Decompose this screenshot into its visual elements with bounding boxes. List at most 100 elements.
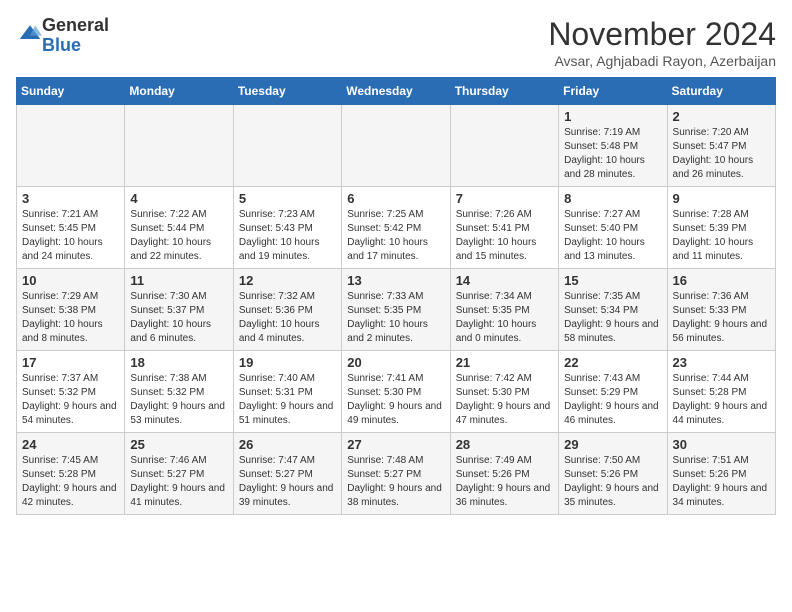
day-info: Sunrise: 7:51 AM Sunset: 5:26 PM Dayligh…	[673, 454, 770, 510]
logo-blue-text: Blue	[42, 35, 81, 55]
calendar-cell	[17, 105, 125, 187]
calendar-cell: 2Sunrise: 7:20 AM Sunset: 5:47 PM Daylig…	[667, 105, 775, 187]
calendar-cell: 8 Sunrise: 7:27 AM Sunset: 5:40 PM Daylig…	[559, 187, 667, 269]
calendar-cell: 21 Sunrise: 7:42 AM Sunset: 5:30 PM Dayli…	[450, 351, 558, 433]
weekday-header-sunday: Sunday	[17, 78, 125, 105]
calendar-cell: 6Sunrise: 7:25 AM Sunset: 5:42 PM Daylig…	[342, 187, 450, 269]
day-info: Sunrise: 7:21 AM Sunset: 5:45 PM Dayligh…	[22, 208, 119, 264]
week-row-1: 1Sunrise: 7:19 AM Sunset: 5:48 PM Daylig…	[17, 105, 776, 187]
day-number: 25	[130, 437, 227, 452]
weekday-header-wednesday: Wednesday	[342, 78, 450, 105]
day-number: 7	[456, 191, 553, 206]
day-number: 18	[130, 355, 227, 370]
day-number: 22	[564, 355, 661, 370]
calendar-cell: 7 Sunrise: 7:26 AM Sunset: 5:41 PM Daylig…	[450, 187, 558, 269]
day-info: Sunrise: 7:35 AM Sunset: 5:34 PM Dayligh…	[564, 290, 661, 346]
day-info: Sunrise: 7:25 AM Sunset: 5:42 PM Dayligh…	[347, 208, 444, 264]
calendar-cell: 10 Sunrise: 7:29 AM Sunset: 5:38 PM Dayli…	[17, 269, 125, 351]
day-number: 11	[130, 273, 227, 288]
day-info: Sunrise: 7:37 AM Sunset: 5:32 PM Dayligh…	[22, 372, 119, 428]
weekday-header-friday: Friday	[559, 78, 667, 105]
day-number: 8	[564, 191, 661, 206]
week-row-5: 24Sunrise: 7:45 AM Sunset: 5:28 PM Dayli…	[17, 433, 776, 515]
day-info: Sunrise: 7:44 AM Sunset: 5:28 PM Dayligh…	[673, 372, 770, 428]
day-number: 29	[564, 437, 661, 452]
day-info: Sunrise: 7:46 AM Sunset: 5:27 PM Dayligh…	[130, 454, 227, 510]
calendar-cell: 11 Sunrise: 7:30 AM Sunset: 5:37 PM Dayli…	[125, 269, 233, 351]
day-number: 28	[456, 437, 553, 452]
day-number: 20	[347, 355, 444, 370]
week-row-3: 10 Sunrise: 7:29 AM Sunset: 5:38 PM Dayli…	[17, 269, 776, 351]
weekday-header-thursday: Thursday	[450, 78, 558, 105]
calendar-cell: 17 Sunrise: 7:37 AM Sunset: 5:32 PM Dayli…	[17, 351, 125, 433]
day-info: Sunrise: 7:42 AM Sunset: 5:30 PM Dayligh…	[456, 372, 553, 428]
day-number: 9	[673, 191, 770, 206]
calendar-cell: 18 Sunrise: 7:38 AM Sunset: 5:32 PM Dayli…	[125, 351, 233, 433]
calendar-cell: 1Sunrise: 7:19 AM Sunset: 5:48 PM Daylig…	[559, 105, 667, 187]
day-info: Sunrise: 7:45 AM Sunset: 5:28 PM Dayligh…	[22, 454, 119, 510]
day-info: Sunrise: 7:26 AM Sunset: 5:41 PM Dayligh…	[456, 208, 553, 264]
day-info: Sunrise: 7:49 AM Sunset: 5:26 PM Dayligh…	[456, 454, 553, 510]
day-number: 30	[673, 437, 770, 452]
calendar-cell: 5 Sunrise: 7:23 AM Sunset: 5:43 PM Daylig…	[233, 187, 341, 269]
calendar-cell: 29 Sunrise: 7:50 AM Sunset: 5:26 PM Dayli…	[559, 433, 667, 515]
day-info: Sunrise: 7:30 AM Sunset: 5:37 PM Dayligh…	[130, 290, 227, 346]
week-row-2: 3 Sunrise: 7:21 AM Sunset: 5:45 PM Daylig…	[17, 187, 776, 269]
calendar-cell	[125, 105, 233, 187]
calendar-cell: 4 Sunrise: 7:22 AM Sunset: 5:44 PM Daylig…	[125, 187, 233, 269]
calendar-cell: 20Sunrise: 7:41 AM Sunset: 5:30 PM Dayli…	[342, 351, 450, 433]
calendar-cell: 25 Sunrise: 7:46 AM Sunset: 5:27 PM Dayli…	[125, 433, 233, 515]
day-info: Sunrise: 7:28 AM Sunset: 5:39 PM Dayligh…	[673, 208, 770, 264]
calendar-cell	[450, 105, 558, 187]
calendar-cell: 28 Sunrise: 7:49 AM Sunset: 5:26 PM Dayli…	[450, 433, 558, 515]
calendar-cell: 27Sunrise: 7:48 AM Sunset: 5:27 PM Dayli…	[342, 433, 450, 515]
title-block: November 2024 Avsar, Aghjabadi Rayon, Az…	[548, 16, 776, 69]
day-number: 10	[22, 273, 119, 288]
day-number: 15	[564, 273, 661, 288]
day-number: 3	[22, 191, 119, 206]
day-info: Sunrise: 7:50 AM Sunset: 5:26 PM Dayligh…	[564, 454, 661, 510]
day-number: 5	[239, 191, 336, 206]
calendar-cell	[233, 105, 341, 187]
day-info: Sunrise: 7:48 AM Sunset: 5:27 PM Dayligh…	[347, 454, 444, 510]
day-number: 1	[564, 109, 661, 124]
day-info: Sunrise: 7:38 AM Sunset: 5:32 PM Dayligh…	[130, 372, 227, 428]
calendar-table: SundayMondayTuesdayWednesdayThursdayFrid…	[16, 77, 776, 515]
day-info: Sunrise: 7:23 AM Sunset: 5:43 PM Dayligh…	[239, 208, 336, 264]
location-subtitle: Avsar, Aghjabadi Rayon, Azerbaijan	[548, 53, 776, 69]
calendar-cell: 23 Sunrise: 7:44 AM Sunset: 5:28 PM Dayli…	[667, 351, 775, 433]
month-title: November 2024	[548, 16, 776, 53]
calendar-cell: 13Sunrise: 7:33 AM Sunset: 5:35 PM Dayli…	[342, 269, 450, 351]
calendar-cell: 19Sunrise: 7:40 AM Sunset: 5:31 PM Dayli…	[233, 351, 341, 433]
day-info: Sunrise: 7:20 AM Sunset: 5:47 PM Dayligh…	[673, 126, 770, 182]
calendar-cell: 30 Sunrise: 7:51 AM Sunset: 5:26 PM Dayli…	[667, 433, 775, 515]
calendar-cell: 14Sunrise: 7:34 AM Sunset: 5:35 PM Dayli…	[450, 269, 558, 351]
day-number: 26	[239, 437, 336, 452]
calendar-cell	[342, 105, 450, 187]
logo-general-text: General	[42, 15, 109, 35]
weekday-header-tuesday: Tuesday	[233, 78, 341, 105]
calendar-body: 1Sunrise: 7:19 AM Sunset: 5:48 PM Daylig…	[17, 105, 776, 515]
day-number: 23	[673, 355, 770, 370]
calendar-cell: 16 Sunrise: 7:36 AM Sunset: 5:33 PM Dayli…	[667, 269, 775, 351]
day-info: Sunrise: 7:27 AM Sunset: 5:40 PM Dayligh…	[564, 208, 661, 264]
calendar-cell: 9 Sunrise: 7:28 AM Sunset: 5:39 PM Daylig…	[667, 187, 775, 269]
weekday-header-monday: Monday	[125, 78, 233, 105]
week-row-4: 17 Sunrise: 7:37 AM Sunset: 5:32 PM Dayli…	[17, 351, 776, 433]
calendar-cell: 24Sunrise: 7:45 AM Sunset: 5:28 PM Dayli…	[17, 433, 125, 515]
day-info: Sunrise: 7:32 AM Sunset: 5:36 PM Dayligh…	[239, 290, 336, 346]
day-info: Sunrise: 7:36 AM Sunset: 5:33 PM Dayligh…	[673, 290, 770, 346]
day-number: 4	[130, 191, 227, 206]
day-number: 16	[673, 273, 770, 288]
page-header: General Blue November 2024 Avsar, Aghjab…	[16, 16, 776, 69]
day-info: Sunrise: 7:22 AM Sunset: 5:44 PM Dayligh…	[130, 208, 227, 264]
day-info: Sunrise: 7:43 AM Sunset: 5:29 PM Dayligh…	[564, 372, 661, 428]
day-number: 21	[456, 355, 553, 370]
weekday-header-saturday: Saturday	[667, 78, 775, 105]
day-info: Sunrise: 7:29 AM Sunset: 5:38 PM Dayligh…	[22, 290, 119, 346]
day-number: 17	[22, 355, 119, 370]
day-info: Sunrise: 7:40 AM Sunset: 5:31 PM Dayligh…	[239, 372, 336, 428]
day-number: 13	[347, 273, 444, 288]
calendar-cell: 3 Sunrise: 7:21 AM Sunset: 5:45 PM Daylig…	[17, 187, 125, 269]
day-number: 14	[456, 273, 553, 288]
